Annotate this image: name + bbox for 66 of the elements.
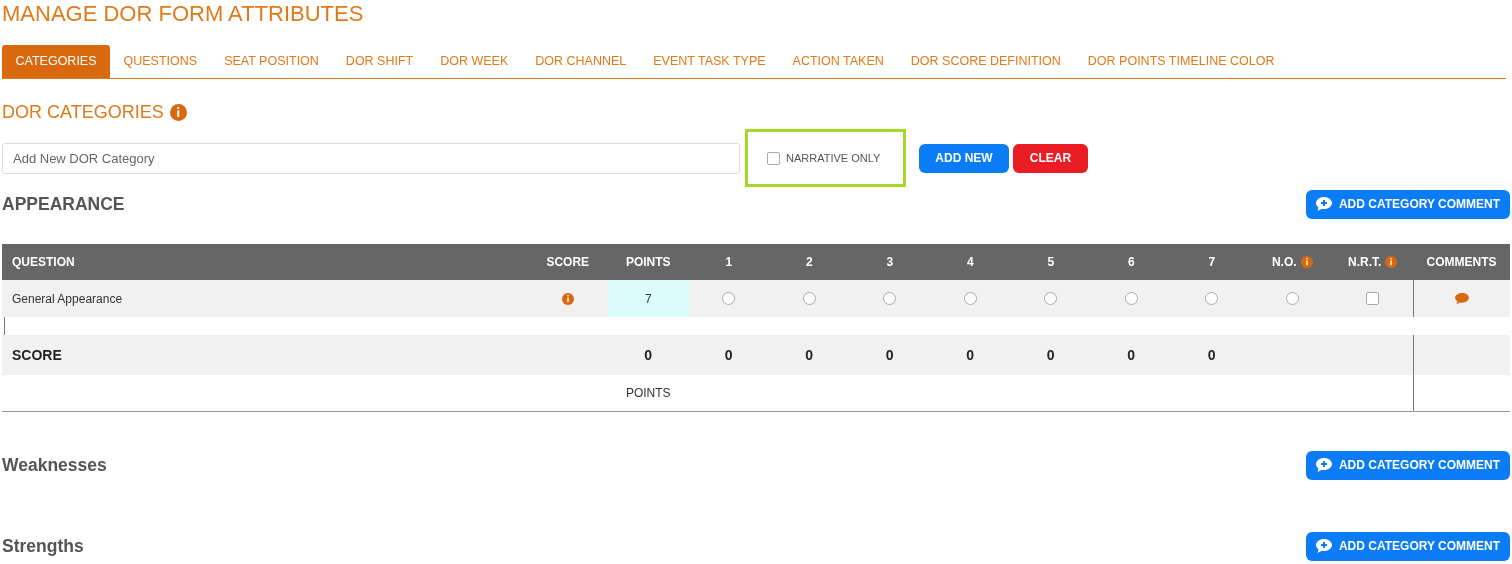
column-label: N.O. bbox=[1271, 255, 1297, 269]
score-value: 0 bbox=[1127, 347, 1136, 363]
comment-icon bbox=[1315, 197, 1332, 211]
points-value: 7 bbox=[644, 291, 652, 306]
score-value: 0 bbox=[1046, 347, 1055, 363]
checkbox-label: NARRATIVE ONLY bbox=[786, 152, 881, 164]
info-icon[interactable] bbox=[561, 292, 574, 305]
score-label: SCORE bbox=[12, 347, 62, 363]
category-title: Strengths bbox=[2, 535, 84, 557]
radio-button[interactable] bbox=[1044, 292, 1058, 305]
radio-button[interactable] bbox=[1205, 292, 1219, 305]
tab[interactable]: DOR CHANNEL bbox=[521, 45, 640, 78]
column-label: 3 bbox=[886, 255, 894, 269]
column-label: 7 bbox=[1208, 255, 1216, 269]
tab[interactable]: DOR SCORE DEFINITION bbox=[897, 45, 1075, 78]
column-label: POINTS bbox=[625, 255, 671, 269]
column-label: 6 bbox=[1127, 255, 1135, 269]
nrt-checkbox[interactable] bbox=[1366, 292, 1380, 305]
column-label: SCORE bbox=[546, 255, 590, 269]
score-value: 0 bbox=[966, 347, 975, 363]
tab[interactable]: CATEGORIES bbox=[2, 45, 111, 78]
score-value: 0 bbox=[724, 347, 733, 363]
radio-button[interactable] bbox=[802, 292, 816, 305]
tab[interactable]: EVENT TASK TYPE bbox=[639, 45, 780, 78]
tab[interactable]: DOR SHIFT bbox=[332, 45, 427, 78]
tab[interactable]: ACTION TAKEN bbox=[779, 45, 898, 78]
clear-button[interactable]: CLEAR bbox=[1013, 143, 1088, 173]
checkbox[interactable] bbox=[767, 151, 780, 165]
tab[interactable]: DOR POINTS TIMELINE COLOR bbox=[1074, 45, 1288, 78]
comment-icon bbox=[1315, 458, 1332, 472]
question-text: General Appearance bbox=[12, 291, 123, 306]
score-value: 0 bbox=[885, 347, 894, 363]
radio-button[interactable] bbox=[722, 292, 736, 305]
column-label: 1 bbox=[725, 255, 733, 269]
info-icon[interactable] bbox=[1300, 256, 1313, 268]
score-value: 0 bbox=[1207, 347, 1216, 363]
column-label: 5 bbox=[1047, 255, 1055, 269]
narrative-only-checkbox[interactable]: NARRATIVE ONLY bbox=[767, 151, 881, 165]
radio-button[interactable] bbox=[883, 292, 897, 305]
radio-button[interactable] bbox=[1124, 292, 1138, 305]
category-title: APPEARANCE bbox=[2, 193, 125, 215]
add-new-button[interactable]: ADD NEW bbox=[919, 143, 1009, 173]
info-icon[interactable] bbox=[169, 103, 187, 121]
section-title: DOR CATEGORIES bbox=[2, 101, 164, 123]
category-title: Weaknesses bbox=[2, 454, 107, 476]
score-value: 0 bbox=[644, 347, 653, 363]
add-category-comment-button[interactable]: ADD CATEGORY COMMENT bbox=[1306, 531, 1510, 561]
radio-button[interactable] bbox=[963, 292, 977, 305]
comment-icon[interactable] bbox=[1455, 292, 1469, 305]
score-value: 0 bbox=[805, 347, 814, 363]
add-category-comment-button[interactable]: ADD CATEGORY COMMENT bbox=[1306, 450, 1510, 480]
column-label: 2 bbox=[805, 255, 813, 269]
category-input[interactable]: Add New DOR Category bbox=[2, 142, 740, 174]
add-category-comment-button[interactable]: ADD CATEGORY COMMENT bbox=[1306, 189, 1510, 219]
tab[interactable]: DOR WEEK bbox=[426, 45, 522, 78]
radio-button[interactable] bbox=[1285, 292, 1299, 305]
info-icon[interactable] bbox=[1385, 256, 1398, 268]
points-label: POINTS bbox=[625, 386, 671, 400]
column-label: 4 bbox=[966, 255, 974, 269]
column-label: QUESTION bbox=[12, 255, 75, 269]
column-label: COMMENTS bbox=[1426, 255, 1497, 269]
tab[interactable]: SEAT POSITION bbox=[210, 45, 333, 78]
comment-icon bbox=[1315, 539, 1332, 553]
tab[interactable]: QUESTIONS bbox=[110, 45, 211, 78]
page-title: MANAGE DOR FORM ATTRIBUTES bbox=[2, 0, 365, 28]
column-label: N.R.T. bbox=[1348, 255, 1382, 269]
